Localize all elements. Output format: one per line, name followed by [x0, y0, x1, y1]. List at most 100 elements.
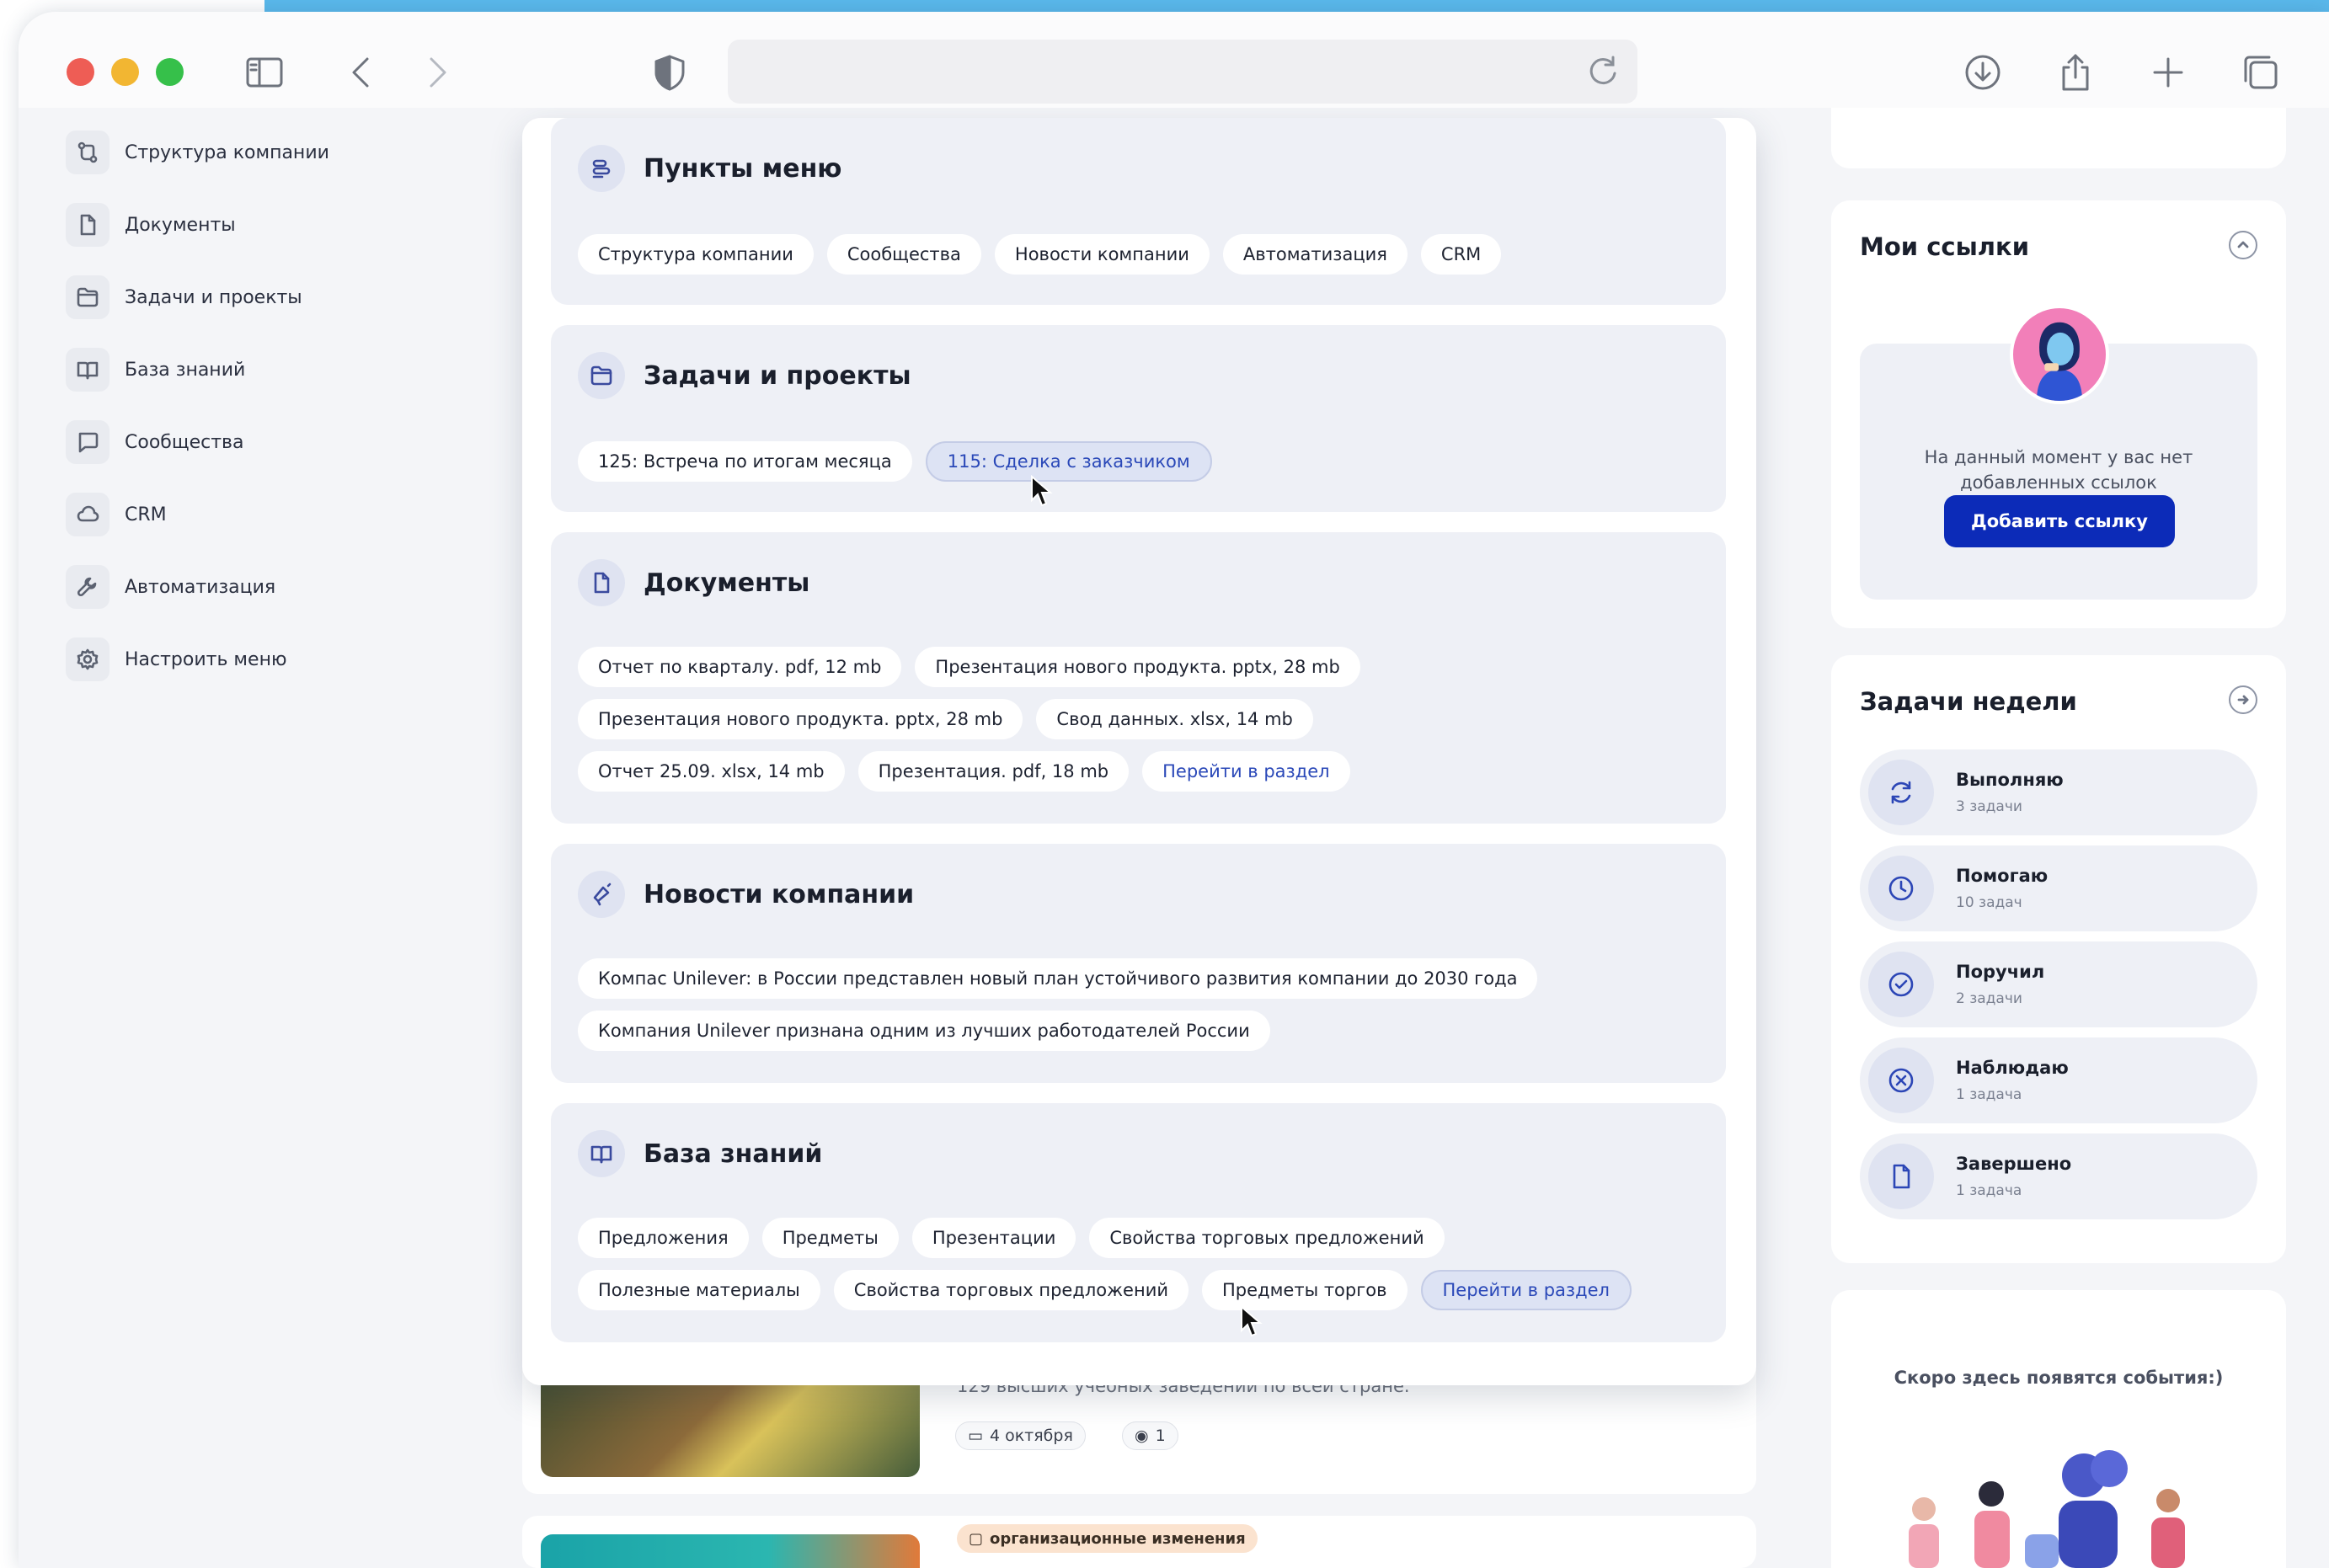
section-knowledge-base: База знаний Предложения Предметы Презент…: [551, 1103, 1726, 1342]
chip-task-hovered[interactable]: 115: Сделка с заказчиком: [925, 441, 1212, 482]
events-card: Скоро здесь появятся события:): [1831, 1290, 2286, 1568]
sidebar-item-configure-menu[interactable]: Настроить меню: [66, 635, 286, 684]
chip-document[interactable]: Презентация нового продукта. pptx, 28 mb: [915, 647, 1360, 687]
sidebar-item-label: Документы: [125, 214, 236, 236]
empty-state-illustration-avatar: [2010, 305, 2109, 404]
document-icon: [1868, 1144, 1934, 1209]
events-empty-text: Скоро здесь появятся события:): [1894, 1368, 2224, 1388]
megaphone-icon: [578, 871, 625, 918]
chip-document[interactable]: Презентация нового продукта. pptx, 28 mb: [578, 699, 1023, 739]
profile-card-partial: [1831, 108, 2286, 168]
cloud-icon: [66, 493, 110, 536]
check-circle-icon: [1868, 952, 1934, 1017]
add-link-button[interactable]: Добавить ссылку: [1944, 495, 2175, 547]
sidebar-item-documents[interactable]: Документы: [66, 200, 236, 249]
close-window-button[interactable]: [67, 58, 94, 86]
reload-icon[interactable]: [1585, 53, 1621, 88]
my-links-card: Мои ссылки На данный момент у вас нет до…: [1831, 200, 2286, 628]
list-icon: [578, 145, 625, 192]
refresh-icon: [1868, 760, 1934, 825]
task-status-name: Выполняю: [1956, 770, 2064, 790]
sidebar: Структура компании Документы Задачи и пр…: [19, 108, 463, 1568]
folder-icon: [66, 275, 110, 319]
sidebar-item-communities[interactable]: Сообщества: [66, 418, 243, 467]
book-icon: [66, 348, 110, 392]
browser-window: Структура компании Документы Задачи и пр…: [19, 12, 2329, 1568]
chip-document[interactable]: Отчет 25.09. xlsx, 14 mb: [578, 751, 845, 792]
maximize-window-button[interactable]: [156, 58, 184, 86]
task-status-count: 2 задачи: [1956, 990, 2022, 1007]
chip-document[interactable]: Отчет по кварталу. pdf, 12 mb: [578, 647, 902, 687]
chip-document[interactable]: Свод данных. xlsx, 14 mb: [1036, 699, 1313, 739]
address-bar[interactable]: [728, 40, 1637, 104]
chip-knowledge[interactable]: Презентации: [911, 1218, 1076, 1258]
go-to-section-link[interactable]: Перейти в раздел: [1142, 751, 1350, 792]
back-arrow-icon[interactable]: [340, 51, 384, 94]
post-date-badge: ▭ 4 октября: [955, 1421, 1086, 1450]
chip-news[interactable]: Компания Unilever признана одним из лучш…: [578, 1011, 1270, 1051]
chip-knowledge[interactable]: Предметы: [761, 1218, 899, 1258]
post-date: 4 октября: [989, 1427, 1073, 1445]
download-icon[interactable]: [1961, 51, 2005, 94]
tab-overview-icon[interactable]: [2239, 51, 2283, 94]
menu-dropdown-panel: Пункты меню Структура компании Сообществ…: [522, 118, 1756, 1385]
section-menu-items: Пункты меню Структура компании Сообществ…: [551, 118, 1726, 305]
post-views: 1: [1155, 1427, 1166, 1445]
chip-menu-item[interactable]: Автоматизация: [1222, 234, 1408, 275]
task-status-assigned[interactable]: Поручил 2 задачи: [1860, 941, 2257, 1027]
chip-knowledge[interactable]: Предметы торгов: [1202, 1270, 1408, 1310]
sidebar-item-label: CRM: [125, 504, 167, 525]
task-status-count: 3 задачи: [1956, 798, 2022, 815]
section-title: База знаний: [644, 1139, 823, 1169]
section-title: Новости компании: [644, 879, 915, 909]
task-status-completed[interactable]: Завершено 1 задача: [1860, 1133, 2257, 1219]
chip-knowledge[interactable]: Предложения: [578, 1218, 749, 1258]
chip-news[interactable]: Компас Unilever: в России представлен но…: [578, 958, 1538, 999]
task-status-helping[interactable]: Помогаю 10 задач: [1860, 845, 2257, 931]
go-to-section-link-hovered[interactable]: Перейти в раздел: [1420, 1270, 1632, 1310]
forward-arrow-icon[interactable]: [414, 51, 458, 94]
chip-knowledge[interactable]: Свойства торговых предложений: [833, 1270, 1189, 1310]
collapse-chevron-up-icon[interactable]: [2229, 231, 2257, 259]
news-post-card[interactable]: ▢ организационные изменения: [522, 1516, 1756, 1568]
top-accent-strip: [264, 0, 2329, 12]
task-status-name: Завершено: [1956, 1154, 2072, 1174]
post-views-badge: ◉ 1: [1122, 1421, 1178, 1450]
chip-menu-item[interactable]: CRM: [1420, 234, 1502, 275]
chip-menu-item[interactable]: Сообщества: [826, 234, 981, 275]
sidebar-item-tasks-projects[interactable]: Задачи и проекты: [66, 273, 302, 322]
sidebar-item-label: Автоматизация: [125, 576, 276, 598]
eye-icon: ◉: [1135, 1427, 1149, 1445]
chip-menu-item[interactable]: Структура компании: [578, 234, 814, 275]
sidebar-toggle-icon[interactable]: [243, 51, 286, 94]
privacy-shield-icon[interactable]: [648, 51, 692, 94]
sidebar-item-automation[interactable]: Автоматизация: [66, 563, 275, 611]
sidebar-item-label: Сообщества: [125, 431, 244, 453]
news-post-image: [541, 1534, 920, 1568]
document-icon: [578, 559, 625, 606]
minimize-window-button[interactable]: [111, 58, 139, 86]
share-icon[interactable]: [2054, 51, 2097, 94]
post-category-label: организационные изменения: [990, 1529, 1246, 1548]
task-status-watching[interactable]: Наблюдаю 1 задача: [1860, 1037, 2257, 1123]
chip-document[interactable]: Презентация. pdf, 18 mb: [857, 751, 1130, 792]
my-links-title: Мои ссылки: [1860, 232, 2030, 261]
arrow-right-icon[interactable]: [2229, 685, 2257, 714]
chip-knowledge[interactable]: Свойства торговых предложений: [1089, 1218, 1445, 1258]
task-status-name: Помогаю: [1956, 866, 2049, 886]
sidebar-item-label: Задачи и проекты: [125, 286, 302, 308]
week-tasks-title: Задачи недели: [1860, 687, 2077, 716]
chip-task[interactable]: 125: Встреча по итогам месяца: [578, 441, 912, 482]
chip-menu-item[interactable]: Новости компании: [994, 234, 1210, 275]
new-tab-icon[interactable]: [2146, 51, 2190, 94]
clock-icon: [1868, 856, 1934, 921]
mouse-cursor-icon: [1241, 1305, 1263, 1337]
chip-knowledge[interactable]: Полезные материалы: [578, 1270, 820, 1310]
sidebar-item-company-structure[interactable]: Структура компании: [66, 128, 329, 177]
book-icon: [578, 1130, 625, 1177]
sidebar-item-crm[interactable]: CRM: [66, 490, 167, 539]
sidebar-item-knowledge-base[interactable]: База знаний: [66, 345, 245, 394]
links-empty-text: На данный момент у вас нет добавленных с…: [1924, 447, 2193, 493]
task-status-count: 1 задача: [1956, 1086, 2022, 1103]
task-status-in-progress[interactable]: Выполняю 3 задачи: [1860, 749, 2257, 835]
